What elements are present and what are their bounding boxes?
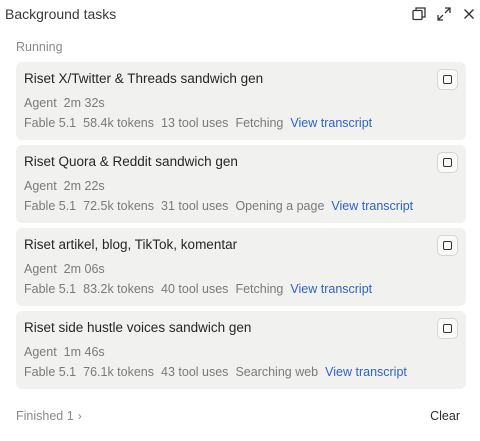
task-title: Riset artikel, blog, TikTok, komentar xyxy=(24,237,238,252)
stop-button[interactable] xyxy=(437,69,458,90)
task-card: Riset side hustle voices sandwich gen Ag… xyxy=(16,311,466,389)
task-tools: 13 tool uses xyxy=(161,116,229,130)
finished-label: Finished 1 xyxy=(16,409,74,423)
task-model: Fable 5.1 xyxy=(24,116,77,130)
chevron-right-icon: › xyxy=(77,409,82,423)
task-status: Searching web xyxy=(235,365,319,379)
panel-title: Background tasks xyxy=(5,6,117,22)
task-stats: Fable 5.1 72.5k tokens 31 tool uses Opening… xyxy=(24,199,413,213)
clear-button[interactable]: Clear xyxy=(430,409,460,423)
task-stats: Fable 5.1 76.1k tokens 43 tool uses Searchi… xyxy=(24,365,407,379)
expand-icon[interactable] xyxy=(435,5,453,23)
task-duration: 2m 06s xyxy=(63,262,105,276)
task-stats: Fable 5.1 83.2k tokens 40 tool uses Fetchin… xyxy=(24,282,372,296)
task-model: Fable 5.1 xyxy=(24,282,77,296)
task-agent: Agent xyxy=(24,179,57,193)
task-model: Fable 5.1 xyxy=(24,199,77,213)
task-status: Fetching xyxy=(235,116,284,130)
task-tools: 31 tool uses xyxy=(161,199,229,213)
close-icon[interactable] xyxy=(460,5,478,23)
stop-icon xyxy=(443,158,452,167)
section-running-label: Running xyxy=(16,40,63,54)
task-agent: Agent xyxy=(24,345,57,359)
view-transcript-link[interactable]: View transcript xyxy=(331,199,413,213)
task-card: Riset X/Twitter & Threads sandwich gen A… xyxy=(16,62,466,140)
stop-button[interactable] xyxy=(437,318,458,339)
task-meta: Agent 2m 32s xyxy=(24,96,105,110)
stop-icon xyxy=(443,75,452,84)
task-tools: 40 tool uses xyxy=(161,282,229,296)
stop-button[interactable] xyxy=(437,235,458,256)
task-tools: 43 tool uses xyxy=(161,365,229,379)
task-stats: Fable 5.1 58.4k tokens 13 tool uses Fetchin… xyxy=(24,116,372,130)
task-duration: 2m 22s xyxy=(63,179,105,193)
popout-icon[interactable] xyxy=(410,5,428,23)
task-meta: Agent 1m 46s xyxy=(24,345,105,359)
task-meta: Agent 2m 06s xyxy=(24,262,105,276)
task-model: Fable 5.1 xyxy=(24,365,77,379)
stop-icon xyxy=(443,241,452,250)
task-duration: 1m 46s xyxy=(63,345,105,359)
task-agent: Agent xyxy=(24,96,57,110)
task-card: Riset Quora & Reddit sandwich gen Agent 2… xyxy=(16,145,466,223)
view-transcript-link[interactable]: View transcript xyxy=(290,282,372,296)
stop-icon xyxy=(443,324,452,333)
panel-footer: Finished 1 › Clear xyxy=(0,400,480,430)
task-card: Riset artikel, blog, TikTok, komentar Ag… xyxy=(16,228,466,306)
task-tokens: 83.2k tokens xyxy=(83,282,155,296)
finished-toggle[interactable]: Finished 1 › xyxy=(16,409,82,423)
task-meta: Agent 2m 22s xyxy=(24,179,105,193)
task-status: Fetching xyxy=(235,282,284,296)
stop-button[interactable] xyxy=(437,152,458,173)
task-tokens: 58.4k tokens xyxy=(83,116,155,130)
task-title: Riset X/Twitter & Threads sandwich gen xyxy=(24,71,264,86)
task-tokens: 76.1k tokens xyxy=(83,365,155,379)
task-title: Riset Quora & Reddit sandwich gen xyxy=(24,154,238,169)
panel-header: Background tasks xyxy=(0,0,480,28)
view-transcript-link[interactable]: View transcript xyxy=(290,116,372,130)
task-agent: Agent xyxy=(24,262,57,276)
view-transcript-link[interactable]: View transcript xyxy=(325,365,407,379)
task-title: Riset side hustle voices sandwich gen xyxy=(24,320,252,335)
task-duration: 2m 32s xyxy=(63,96,105,110)
task-tokens: 72.5k tokens xyxy=(83,199,155,213)
task-status: Opening a page xyxy=(235,199,325,213)
